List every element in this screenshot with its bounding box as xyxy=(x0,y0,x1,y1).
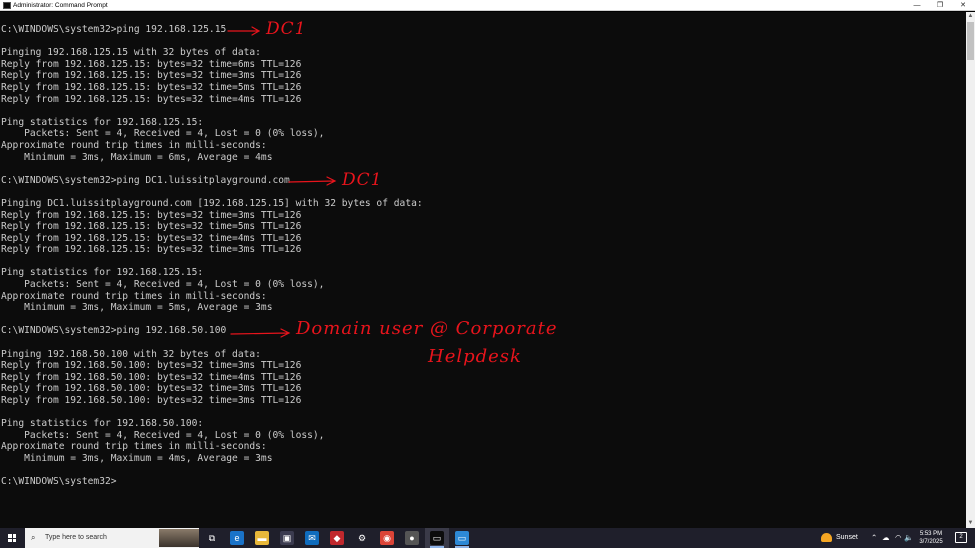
console-line: Minimum = 3ms, Maximum = 6ms, Average = … xyxy=(1,151,273,163)
console-line: Reply from 192.168.125.15: bytes=32 time… xyxy=(1,221,302,233)
window-title: Administrator: Command Prompt xyxy=(13,2,108,9)
vertical-scrollbar[interactable]: ▲ ▼ xyxy=(966,12,975,528)
rdp-icon[interactable]: ▭ xyxy=(455,531,469,545)
network-icon[interactable]: ◠ xyxy=(895,528,902,548)
task-view-icon[interactable]: ⧉ xyxy=(205,531,219,545)
console-line: Reply from 192.168.50.100: bytes=32 time… xyxy=(1,371,302,383)
console-line: Approximate round trip times in milli-se… xyxy=(1,441,267,453)
console-line: Packets: Sent = 4, Received = 4, Lost = … xyxy=(1,279,325,291)
console-line: Pinging 192.168.50.100 with 32 bytes of … xyxy=(1,348,261,360)
console-line: Reply from 192.168.125.15: bytes=32 time… xyxy=(1,70,302,82)
close-button[interactable]: ✕ xyxy=(952,0,974,11)
start-button[interactable] xyxy=(0,528,24,548)
console-line: Reply from 192.168.50.100: bytes=32 time… xyxy=(1,360,302,372)
window-titlebar[interactable]: Administrator: Command Prompt — ❐ ✕ xyxy=(0,0,975,11)
magnifier-icon: ⌕ xyxy=(31,533,36,542)
console-line: Pinging DC1.luissitplayground.com [192.1… xyxy=(1,197,423,209)
console-line: Minimum = 3ms, Maximum = 5ms, Average = … xyxy=(1,302,273,314)
console-line: C:\WINDOWS\system32>ping 192.168.125.15 xyxy=(1,24,227,35)
clock[interactable]: 5:53 PM 3/7/2025 xyxy=(914,530,948,546)
console-line: Reply from 192.168.125.15: bytes=32 time… xyxy=(1,209,302,221)
scroll-thumb[interactable] xyxy=(967,22,974,60)
volume-icon[interactable]: 🔈 xyxy=(904,528,913,548)
edge-icon[interactable]: e xyxy=(230,531,244,545)
console-line: C:\WINDOWS\system32>ping 192.168.50.100 xyxy=(1,325,227,337)
console-line: Ping statistics for 192.168.125.15: xyxy=(1,267,204,279)
store-icon[interactable]: ▣ xyxy=(280,531,294,545)
console-line: C:\WINDOWS\system32>ping DC1.luissitplay… xyxy=(1,174,290,186)
console-line: Approximate round trip times in milli-se… xyxy=(1,139,267,151)
weather-label[interactable]: Sunset xyxy=(836,528,858,548)
console-line: Reply from 192.168.125.15: bytes=32 time… xyxy=(1,232,302,244)
console-line: Ping statistics for 192.168.50.100: xyxy=(1,418,204,430)
weather-sunset-icon[interactable] xyxy=(821,533,832,542)
tray-overflow-chevron-icon[interactable]: ⌃ xyxy=(871,528,877,548)
console-line: Packets: Sent = 4, Received = 4, Lost = … xyxy=(1,128,325,140)
console-line: Reply from 192.168.50.100: bytes=32 time… xyxy=(1,383,302,395)
scroll-up-arrow-icon[interactable]: ▲ xyxy=(966,12,975,21)
mail-icon[interactable]: ✉ xyxy=(305,531,319,545)
notification-center-icon[interactable]: 2 xyxy=(955,532,967,543)
remote-tool-icon[interactable]: ◆ xyxy=(330,531,344,545)
search-box[interactable]: ⌕ Type here to search xyxy=(25,528,199,548)
clock-time: 5:53 PM xyxy=(919,531,943,537)
clock-date: 3/7/2025 xyxy=(919,539,943,545)
console-line: C:\WINDOWS\system32> xyxy=(1,476,117,488)
console-line: Reply from 192.168.125.15: bytes=32 time… xyxy=(1,244,302,256)
console-line: Reply from 192.168.50.100: bytes=32 time… xyxy=(1,395,302,406)
search-highlight-image xyxy=(159,529,199,547)
console-line: Approximate round trip times in milli-se… xyxy=(1,290,267,302)
console-text: C:\WINDOWS\system32>ping 192.168.125.15 P… xyxy=(1,24,423,488)
console-line: Reply from 192.168.125.15: bytes=32 time… xyxy=(1,58,302,70)
console-line: Packets: Sent = 4, Received = 4, Lost = … xyxy=(1,429,325,441)
console-line: Pinging 192.168.125.15 with 32 bytes of … xyxy=(1,47,261,59)
restore-button[interactable]: ❐ xyxy=(929,0,951,11)
command-prompt-icon xyxy=(3,2,11,9)
scroll-down-arrow-icon[interactable]: ▼ xyxy=(966,519,975,528)
settings-icon[interactable]: ⚙ xyxy=(355,531,369,545)
console-line: Reply from 192.168.125.15: bytes=32 time… xyxy=(1,81,302,93)
windows-logo-icon xyxy=(8,534,16,542)
search-placeholder: Type here to search xyxy=(45,534,107,541)
console-line: Reply from 192.168.125.15: bytes=32 time… xyxy=(1,93,302,105)
file-explorer-icon[interactable]: ▬ xyxy=(255,531,269,545)
console-output[interactable]: C:\WINDOWS\system32>ping 192.168.125.15 P… xyxy=(0,12,966,528)
console-line: Minimum = 3ms, Maximum = 4ms, Average = … xyxy=(1,452,273,464)
taskbar: ⌕ Type here to search ⧉ e ▬ ▣ ✉ ◆ ⚙ ◉ ● ▭ ▭ Sunset… xyxy=(0,528,975,548)
command-prompt-icon[interactable]: ▭ xyxy=(430,531,444,545)
console-line: Ping statistics for 192.168.125.15: xyxy=(1,116,204,128)
app-icon[interactable]: ● xyxy=(405,531,419,545)
chrome-icon[interactable]: ◉ xyxy=(380,531,394,545)
onedrive-cloud-icon[interactable]: ☁ xyxy=(882,528,890,548)
minimize-button[interactable]: — xyxy=(906,0,928,11)
